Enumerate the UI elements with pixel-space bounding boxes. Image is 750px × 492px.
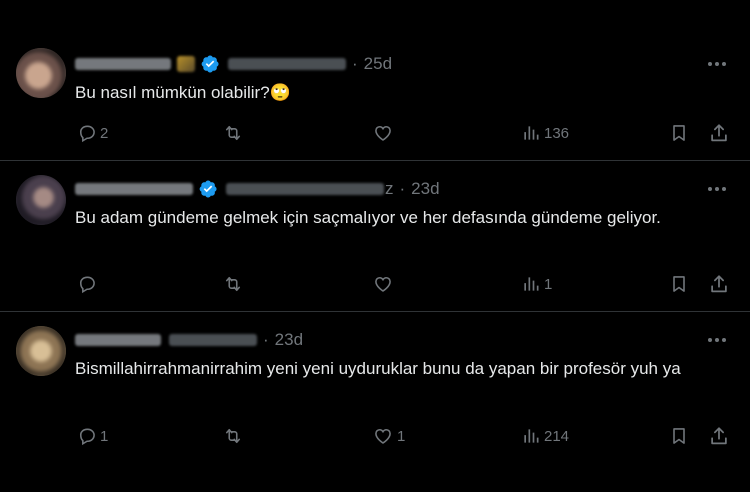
retweet-button[interactable] [222, 424, 247, 448]
heart-icon [375, 125, 391, 141]
share-icon [711, 124, 727, 142]
share-button[interactable] [708, 272, 730, 296]
reply-2[interactable]: z · 23d Bu adam gündeme gelmek için saçm… [0, 161, 750, 311]
face-emoji: 🙄 [269, 83, 291, 103]
bookmark-button[interactable] [669, 424, 689, 448]
reply-icon [79, 125, 95, 143]
share-button[interactable] [708, 424, 730, 448]
reply-icon [79, 276, 95, 294]
like-button[interactable] [372, 272, 397, 296]
retweet-icon [225, 276, 241, 292]
bookmark-button[interactable] [669, 272, 689, 296]
avatar[interactable] [16, 48, 66, 98]
like-button[interactable]: 1 [372, 424, 405, 448]
share-icon [711, 275, 727, 293]
heart-icon [375, 428, 391, 444]
bookmark-icon [673, 276, 685, 292]
reply-1[interactable]: · 25d Bu nasıl mümkün olabilir?🙄 2 136 [0, 0, 750, 160]
verified-badge-icon [200, 54, 220, 74]
retweet-icon [225, 428, 241, 444]
like-button[interactable] [372, 121, 397, 145]
views-icon [524, 277, 539, 291]
handle[interactable] [226, 183, 384, 195]
reply-button[interactable]: 1 [77, 424, 108, 448]
display-name[interactable] [75, 58, 171, 70]
more-icon[interactable] [706, 54, 728, 74]
handle[interactable] [228, 58, 346, 70]
avatar[interactable] [16, 175, 66, 225]
reply-button[interactable]: 2 [77, 121, 108, 145]
timestamp[interactable]: 25d [364, 54, 392, 74]
more-icon[interactable] [706, 330, 728, 350]
reply-text: Bu adam gündeme gelmek için saçmalıyor v… [75, 208, 661, 227]
separator-dot: · [352, 54, 358, 73]
share-icon [711, 427, 727, 445]
separator-dot: · [263, 330, 269, 349]
action-bar: 1 1 214 [75, 424, 735, 448]
action-bar: 1 [75, 272, 735, 296]
views-button[interactable]: 214 [521, 424, 569, 448]
views-icon [524, 126, 539, 140]
name-emoji [177, 56, 195, 72]
heart-icon [375, 276, 391, 292]
reply-header: · 25d [75, 54, 392, 74]
bookmark-button[interactable] [669, 121, 689, 145]
reply-header: z · 23d [75, 179, 440, 199]
retweet-icon [225, 125, 241, 141]
more-icon[interactable] [706, 179, 728, 199]
views-button[interactable]: 1 [521, 272, 552, 296]
separator-dot: · [399, 179, 406, 198]
bookmark-icon [673, 125, 685, 141]
views-icon [524, 429, 539, 443]
reply-text: Bu nasıl mümkün olabilir?🙄 [75, 83, 291, 103]
reply-text: Bismillahirrahmanirrahim yeni yeni uydur… [75, 359, 681, 378]
handle[interactable] [169, 334, 257, 346]
retweet-button[interactable] [222, 121, 247, 145]
reply-header: · 23d [75, 330, 303, 350]
bookmark-icon [673, 428, 685, 444]
action-bar: 2 136 [75, 121, 735, 145]
retweet-button[interactable] [222, 272, 247, 296]
reply-button[interactable] [77, 272, 100, 296]
timestamp[interactable]: 23d [411, 179, 439, 199]
display-name[interactable] [75, 183, 193, 195]
reply-icon [79, 428, 95, 446]
reply-3[interactable]: · 23d Bismillahirrahmanirrahim yeni yeni… [0, 312, 750, 492]
timestamp[interactable]: 23d [275, 330, 303, 350]
avatar[interactable] [16, 326, 66, 376]
share-button[interactable] [708, 121, 730, 145]
verified-badge-icon [198, 179, 218, 199]
handle-tail: z [385, 179, 394, 198]
views-button[interactable]: 136 [521, 121, 569, 145]
display-name[interactable] [75, 334, 161, 346]
